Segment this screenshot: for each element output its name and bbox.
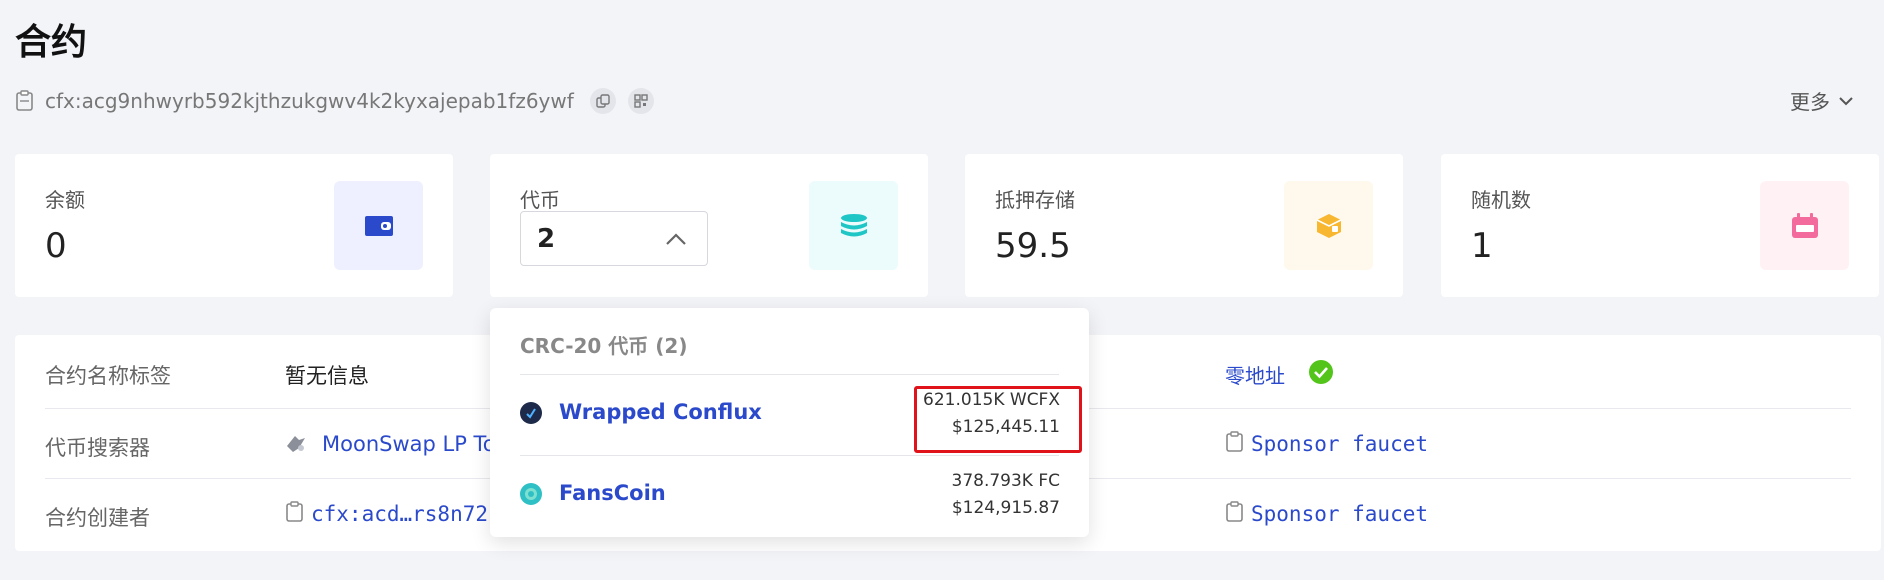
token-balance: 378.793K FC	[951, 471, 1061, 491]
contract-document-icon	[286, 501, 303, 522]
contract-name-value: 暂无信息	[285, 364, 369, 388]
token-count-value: 2	[537, 223, 556, 254]
balance-label: 余额	[45, 188, 85, 212]
dropdown-divider	[520, 374, 1059, 375]
token-balance: 621.015K WCFX	[923, 390, 1060, 410]
contract-creator-link[interactable]: cfx:acd…rs8n72	[311, 502, 488, 526]
token-count-select[interactable]: 2	[520, 211, 708, 266]
nonce-value: 1	[1471, 226, 1493, 266]
token-name-link[interactable]: Wrapped Conflux	[559, 400, 762, 424]
calendar-icon	[1760, 181, 1849, 270]
tokens-label: 代币	[520, 188, 560, 212]
page-title: 合约	[15, 22, 88, 63]
contract-name-label: 合约名称标签	[45, 364, 171, 388]
sponsor-faucet-link[interactable]: Sponsor faucet	[1251, 502, 1428, 526]
qrcode-icon[interactable]	[627, 88, 654, 114]
storage-card: 抵押存储 59.5	[965, 154, 1403, 297]
dropdown-header: CRC-20 代币 (2)	[520, 334, 688, 358]
zero-address-link[interactable]: 零地址	[1225, 360, 1285, 389]
contract-address-row: cfx:acg9nhwyrb592kjthzukgwv4k2kyxajepab1…	[15, 86, 654, 116]
storage-label: 抵押存储	[995, 188, 1075, 212]
fanscoin-token-icon	[520, 483, 542, 505]
contract-document-icon	[1226, 431, 1243, 452]
copy-icon[interactable]	[589, 88, 616, 114]
contract-document-icon	[1226, 501, 1243, 522]
token-dropdown: CRC-20 代币 (2) Wrapped Conflux 621.015K W…	[490, 308, 1089, 537]
token-tracker-label: 代币搜索器	[45, 436, 150, 460]
token-logo-icon	[287, 436, 305, 452]
wallet-icon	[334, 181, 423, 270]
balance-value: 0	[45, 226, 67, 266]
contract-address: cfx:acg9nhwyrb592kjthzukgwv4k2kyxajepab1…	[45, 89, 574, 113]
more-label: 更多	[1790, 90, 1830, 114]
storage-box-icon	[1284, 181, 1373, 270]
token-tracker-link[interactable]: MoonSwap LP Tok	[322, 432, 508, 456]
chevron-up-icon	[666, 232, 686, 245]
token-usd-value: $125,445.11	[951, 417, 1060, 437]
coins-stack-icon	[809, 181, 898, 270]
balance-card: 余额 0	[15, 154, 453, 297]
sponsor-faucet-link[interactable]: Sponsor faucet	[1251, 432, 1428, 456]
token-amount: 378.793K FC $124,915.87	[952, 468, 1061, 522]
nonce-label: 随机数	[1471, 188, 1531, 212]
token-usd-value: $124,915.87	[951, 498, 1060, 518]
dropdown-divider	[520, 455, 1059, 456]
chevron-down-icon	[1839, 96, 1853, 105]
contract-creator-label: 合约创建者	[45, 506, 150, 530]
tokens-card: 代币 2	[490, 154, 928, 297]
contract-document-icon	[16, 90, 33, 111]
check-circle-icon	[1309, 360, 1333, 384]
token-amount: 621.015K WCFX $125,445.11	[923, 387, 1060, 441]
wrapped-conflux-token-icon	[520, 402, 542, 424]
more-menu-button[interactable]: 更多	[1790, 86, 1854, 115]
nonce-card: 随机数 1	[1441, 154, 1879, 297]
storage-value: 59.5	[995, 226, 1071, 266]
token-name-link[interactable]: FansCoin	[559, 481, 666, 505]
